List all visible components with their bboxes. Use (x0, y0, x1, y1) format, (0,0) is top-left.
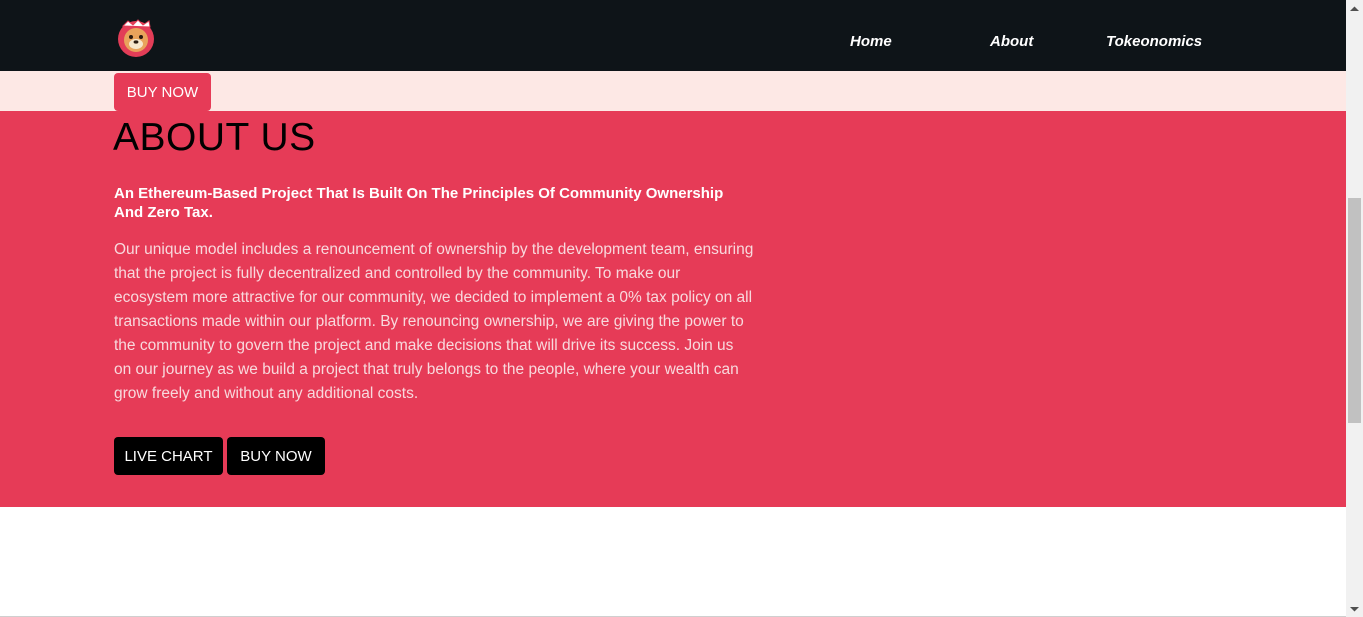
about-title: ABOUT US (113, 116, 316, 159)
top-navbar: Home About Tokeonomics (0, 0, 1346, 71)
nav-link-about[interactable]: About (990, 33, 1033, 50)
vertical-scrollbar[interactable] (1346, 0, 1363, 617)
scrollbar-thumb[interactable] (1348, 198, 1361, 423)
about-section: ABOUT US An Ethereum-Based Project That … (0, 111, 1346, 507)
logo-icon[interactable] (116, 16, 156, 58)
about-body-text: Our unique model includes a renouncement… (114, 241, 754, 402)
nav-link-home[interactable]: Home (850, 33, 892, 50)
nav-link-tokeonomics[interactable]: Tokeonomics (1106, 33, 1202, 50)
about-subtitle: An Ethereum-Based Project That Is Built … (114, 185, 724, 221)
buy-band: BUY NOW (0, 71, 1346, 111)
buy-now-button[interactable]: BUY NOW (227, 437, 325, 475)
scroll-up-arrow-icon[interactable] (1346, 0, 1363, 17)
page: Home About Tokeonomics BUY NOW ABOUT US … (0, 0, 1346, 617)
scroll-down-arrow-icon[interactable] (1346, 600, 1363, 617)
live-chart-button[interactable]: LIVE CHART (114, 437, 223, 475)
buy-now-button-top[interactable]: BUY NOW (114, 73, 211, 111)
